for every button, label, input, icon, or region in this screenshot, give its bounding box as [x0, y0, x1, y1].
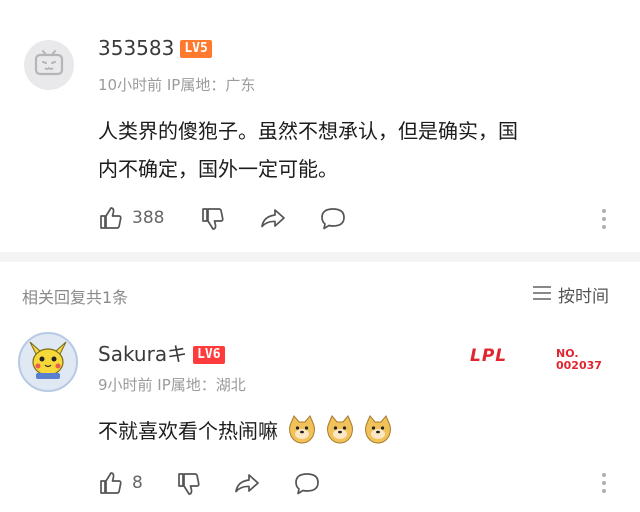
vertical-dots-icon: [600, 472, 608, 494]
reply-user: Sakuraキ LV6: [98, 338, 225, 367]
avatar[interactable]: [24, 40, 74, 90]
dislike-button[interactable]: [176, 471, 202, 497]
lpl-badge-number: NO. 002037: [556, 347, 602, 372]
username[interactable]: 353583: [98, 36, 174, 60]
like-count: 388: [132, 208, 165, 228]
comment-text-line: 人类界的傻狍子。虽然不想承认，但是确实，国: [98, 119, 518, 143]
more-options-button[interactable]: [600, 472, 608, 494]
share-arrow-icon: [259, 206, 287, 232]
more-options-button[interactable]: [600, 208, 608, 230]
share-arrow-icon: [233, 471, 261, 497]
sort-toggle[interactable]: 按时间: [532, 282, 609, 307]
comment-text-line: 内不确定，国外一定可能。: [98, 157, 338, 181]
level-badge: LV6: [193, 346, 225, 364]
thumbs-up-icon: [98, 470, 124, 496]
doge-emoji-icon: [286, 413, 318, 449]
lpl-badge-logo: LPL: [470, 346, 508, 366]
vertical-dots-icon: [600, 208, 608, 230]
like-count: 8: [132, 473, 143, 493]
sort-lines-icon: [532, 285, 552, 305]
doge-emoji-icon: [324, 413, 356, 449]
reply-button[interactable]: [319, 206, 347, 232]
sort-label: 按时间: [558, 287, 609, 307]
reply-avatar[interactable]: [18, 332, 78, 392]
like-button[interactable]: [98, 205, 124, 231]
pikachu-avatar-icon: [24, 336, 72, 388]
comment-meta: 10小时前 IP属地：广东: [98, 76, 256, 94]
thumbs-up-icon: [98, 205, 124, 231]
tv-mascot-icon: [33, 49, 65, 81]
share-button[interactable]: [259, 206, 287, 232]
doge-emoji-icon: [362, 413, 394, 449]
reply-meta: 9小时前 IP属地：湖北: [98, 376, 246, 394]
share-button[interactable]: [233, 471, 261, 497]
username[interactable]: Sakuraキ: [98, 342, 187, 366]
speech-bubble-icon: [319, 206, 347, 232]
replies-count-label: 相关回复共1条: [22, 288, 129, 307]
reply-content: 不就喜欢看个热闹嘛: [98, 412, 394, 450]
level-badge: LV5: [180, 40, 212, 58]
thumbs-down-icon: [200, 206, 226, 232]
reply-button[interactable]: [293, 471, 321, 497]
comment-user: 353583 LV5: [98, 36, 212, 60]
speech-bubble-icon: [293, 471, 321, 497]
section-divider: [0, 252, 640, 262]
comment-content: 人类界的傻狍子。虽然不想承认，但是确实，国 内不确定，国外一定可能。: [98, 112, 628, 188]
reply-text: 不就喜欢看个热闹嘛: [98, 419, 278, 443]
thumbs-down-icon: [176, 471, 202, 497]
dislike-button[interactable]: [200, 206, 226, 232]
like-button[interactable]: [98, 470, 124, 496]
